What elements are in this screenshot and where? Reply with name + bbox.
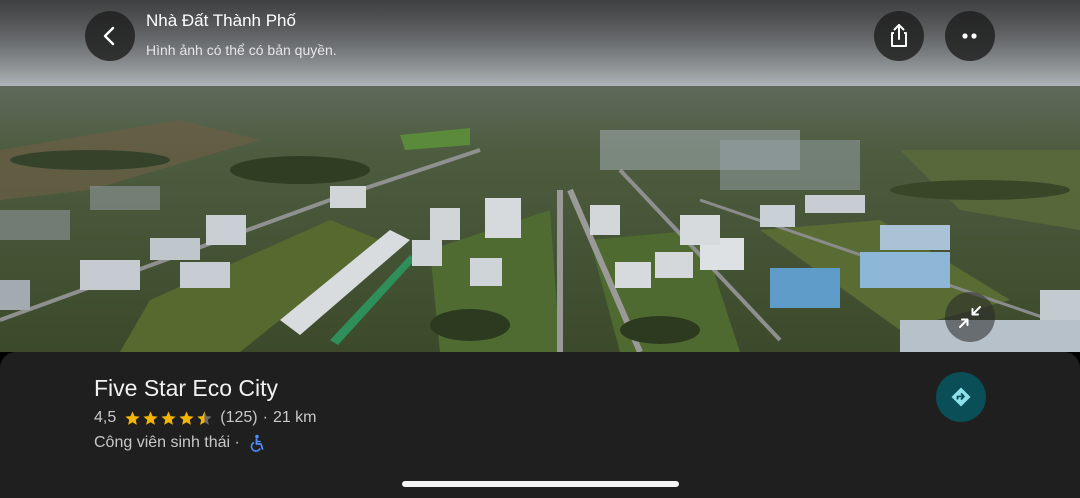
- star-icon: [179, 410, 194, 425]
- header-title-block: Nhà Đất Thành Phố Hình ảnh có thể có bản…: [146, 10, 337, 60]
- home-indicator[interactable]: [402, 481, 679, 487]
- star-icon: [143, 410, 158, 425]
- star-icon: [161, 410, 176, 425]
- more-button[interactable]: [945, 11, 995, 61]
- copyright-note: Hình ảnh có thể có bản quyền.: [146, 42, 337, 58]
- share-icon: [891, 24, 907, 47]
- more-icon: [962, 33, 977, 39]
- review-count[interactable]: (125): [220, 408, 257, 428]
- place-category: Công viên sinh thái ·: [94, 434, 240, 451]
- back-button[interactable]: [85, 11, 135, 61]
- place-name[interactable]: Five Star Eco City: [94, 374, 278, 402]
- category-row: Công viên sinh thái ·: [94, 432, 266, 454]
- page-title: Nhà Đất Thành Phố: [146, 11, 296, 30]
- place-info-sheet[interactable]: Five Star Eco City 4,5 (125) · 21 km Côn…: [0, 352, 1080, 498]
- wheelchair-icon: [250, 434, 264, 452]
- directions-icon: [951, 387, 971, 407]
- share-button[interactable]: [874, 11, 924, 61]
- rating-stars: [124, 410, 214, 427]
- star-icon: [125, 410, 140, 425]
- collapse-icon: [959, 306, 981, 328]
- rating-row: 4,5 (125) · 21 km: [94, 408, 317, 428]
- directions-button[interactable]: [936, 372, 986, 422]
- half-star-icon: [197, 410, 212, 425]
- collapse-button[interactable]: [945, 292, 995, 342]
- rating-value: 4,5: [94, 409, 117, 426]
- distance: 21 km: [272, 409, 317, 426]
- chevron-left-icon: [103, 26, 115, 46]
- separator: ·: [262, 409, 268, 426]
